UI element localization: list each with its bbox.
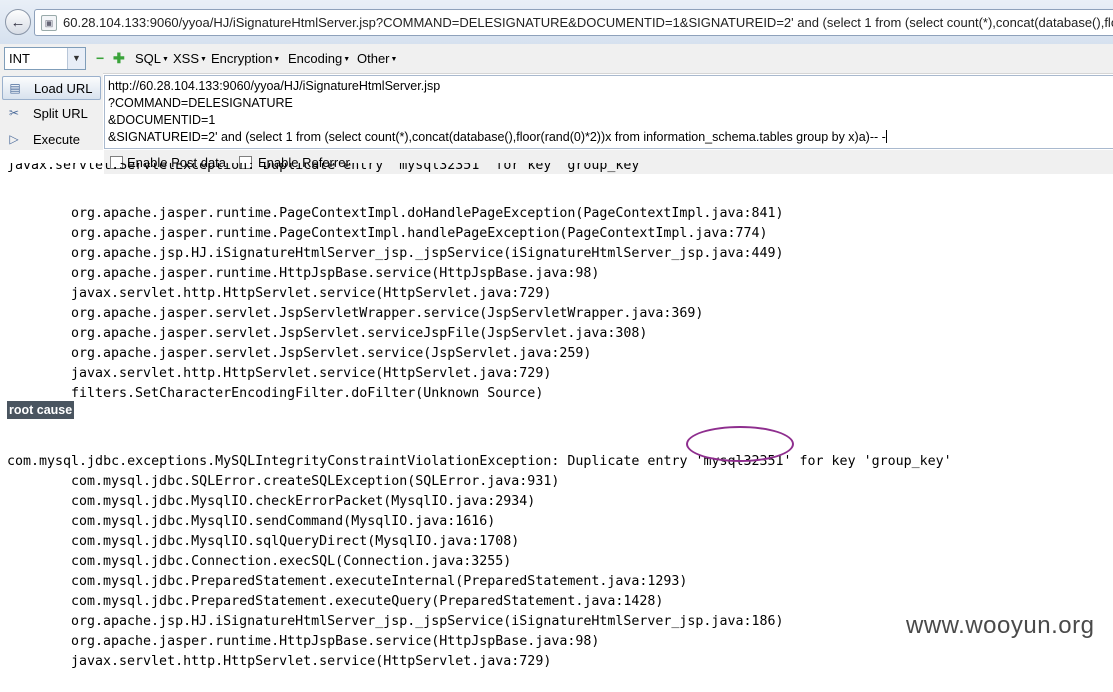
menu-other-label: Other bbox=[357, 51, 390, 66]
exception-line: com.mysql.jdbc.exceptions.MySQLIntegrity… bbox=[7, 454, 952, 469]
back-button[interactable]: ← bbox=[5, 9, 31, 35]
menu-sql[interactable]: SQL▼ bbox=[135, 51, 169, 66]
trace-frame: com.mysql.jdbc.PreparedStatement.execute… bbox=[71, 574, 688, 589]
load-url-icon: ▤ bbox=[9, 81, 21, 95]
address-bar: ← ▣ 60.28.104.133:9060/yyoa/HJ/iSignatur… bbox=[0, 0, 1113, 45]
increase-icon[interactable]: ✚ bbox=[113, 51, 125, 65]
trace-frame: com.mysql.jdbc.PreparedStatement.execute… bbox=[71, 594, 664, 609]
trace-frame: com.mysql.jdbc.MysqlIO.sqlQueryDirect(My… bbox=[71, 534, 520, 549]
menu-encryption[interactable]: Encryption▼ bbox=[211, 51, 280, 66]
hackbar-toolbar: INT ▼ − ✚ SQL▼ XSS▼ Encryption▼ Encoding… bbox=[0, 44, 1113, 74]
url-line-3: &DOCUMENTID=1 bbox=[108, 113, 216, 127]
menu-encoding[interactable]: Encoding▼ bbox=[288, 51, 350, 66]
watermark: www.wooyun.org bbox=[906, 612, 1095, 639]
trace-frame: org.apache.jsp.HJ.iSignatureHtmlServer_j… bbox=[71, 246, 784, 261]
menu-encryption-label: Encryption bbox=[211, 51, 273, 66]
caret-icon: ▼ bbox=[162, 56, 169, 63]
execute-button[interactable]: ▷ Execute bbox=[2, 128, 99, 150]
trace-frame: org.apache.jsp.HJ.iSignatureHtmlServer_j… bbox=[71, 614, 784, 629]
caret-icon: ▼ bbox=[390, 56, 398, 63]
trace-frame: com.mysql.jdbc.Connection.execSQL(Connec… bbox=[71, 554, 512, 569]
trace-frame: org.apache.jasper.runtime.HttpJspBase.se… bbox=[71, 634, 600, 649]
trace-frame: javax.servlet.http.HttpServlet.service(H… bbox=[71, 286, 552, 301]
play-icon: ▷ bbox=[9, 132, 19, 146]
url-line-2: ?COMMAND=DELESIGNATURE bbox=[108, 96, 293, 110]
trace-frame: org.apache.jasper.servlet.JspServletWrap… bbox=[71, 306, 704, 321]
trace-block-2: com.mysql.jdbc.exceptions.MySQLIntegrity… bbox=[7, 432, 952, 692]
trace-frame: com.mysql.jdbc.MysqlIO.sendCommand(Mysql… bbox=[71, 514, 496, 529]
trace-frame: javax.servlet.http.HttpServlet.service(H… bbox=[71, 366, 552, 381]
load-url-button[interactable]: ▤ Load URL bbox=[2, 76, 101, 100]
dropdown-arrow-icon: ▼ bbox=[67, 48, 85, 69]
trace-frame: org.apache.jasper.runtime.HttpJspBase.se… bbox=[71, 266, 600, 281]
caret-icon: ▼ bbox=[273, 56, 281, 63]
trace-block-1: org.apache.jasper.runtime.PageContextImp… bbox=[7, 184, 783, 424]
menu-xss[interactable]: XSS▼ bbox=[173, 51, 207, 66]
menu-xss-label: XSS bbox=[173, 51, 200, 66]
url-textarea[interactable]: http://60.28.104.133:9060/yyoa/HJ/iSigna… bbox=[104, 75, 1113, 149]
trace-frame: javax.servlet.http.HttpServlet.service(H… bbox=[71, 654, 552, 669]
hackbar-button-panel: ▤ Load URL ✂ Split URL ▷ Execute bbox=[0, 73, 103, 150]
highlight-ellipse bbox=[686, 426, 794, 462]
trace-frame: filters.SetCharacterEncodingFilter.doFil… bbox=[71, 386, 544, 401]
load-url-label: Load URL bbox=[34, 80, 93, 96]
trace-frame: org.apache.jasper.servlet.JspServlet.ser… bbox=[71, 326, 648, 341]
menu-sql-label: SQL bbox=[135, 51, 162, 66]
root-cause-heading: root cause bbox=[7, 401, 75, 419]
trace-frame: com.mysql.jdbc.MysqlIO.checkErrorPacket(… bbox=[71, 494, 536, 509]
trace-frame: org.apache.jasper.runtime.PageContextImp… bbox=[71, 206, 784, 221]
scissors-icon: ✂ bbox=[8, 106, 20, 120]
menu-encoding-label: Encoding bbox=[288, 51, 343, 66]
url-input[interactable]: ▣ 60.28.104.133:9060/yyoa/HJ/iSignatureH… bbox=[34, 9, 1113, 36]
url-line-1: http://60.28.104.133:9060/yyoa/HJ/iSigna… bbox=[108, 79, 441, 93]
trace-frame: com.mysql.jdbc.SQLError.createSQLExcepti… bbox=[71, 474, 560, 489]
url-line-4: &SIGNATUREID=2' and (select 1 from (sele… bbox=[108, 130, 886, 144]
text-cursor bbox=[885, 130, 887, 143]
type-select-value: INT bbox=[9, 51, 30, 66]
type-select[interactable]: INT ▼ bbox=[4, 47, 86, 70]
decrease-icon[interactable]: − bbox=[96, 51, 104, 65]
trace-frame: org.apache.jasper.servlet.JspServlet.ser… bbox=[71, 346, 592, 361]
page-icon: ▣ bbox=[41, 14, 57, 31]
caret-icon: ▼ bbox=[200, 56, 207, 63]
trace-partial-text: javax.servlet.ServletException: Duplicat… bbox=[7, 163, 648, 173]
trace-frame: org.apache.jasper.runtime.PageContextImp… bbox=[71, 226, 768, 241]
caret-icon: ▼ bbox=[343, 56, 351, 63]
menu-other[interactable]: Other▼ bbox=[357, 51, 397, 66]
execute-label: Execute bbox=[33, 131, 80, 147]
split-url-button[interactable]: ✂ Split URL bbox=[2, 102, 99, 124]
split-url-label: Split URL bbox=[33, 105, 88, 121]
back-arrow-icon: ← bbox=[10, 13, 26, 31]
url-text: 60.28.104.133:9060/yyoa/HJ/iSignatureHtm… bbox=[63, 15, 1113, 30]
trace-partial-line: javax.servlet.ServletException: Duplicat… bbox=[7, 163, 647, 174]
